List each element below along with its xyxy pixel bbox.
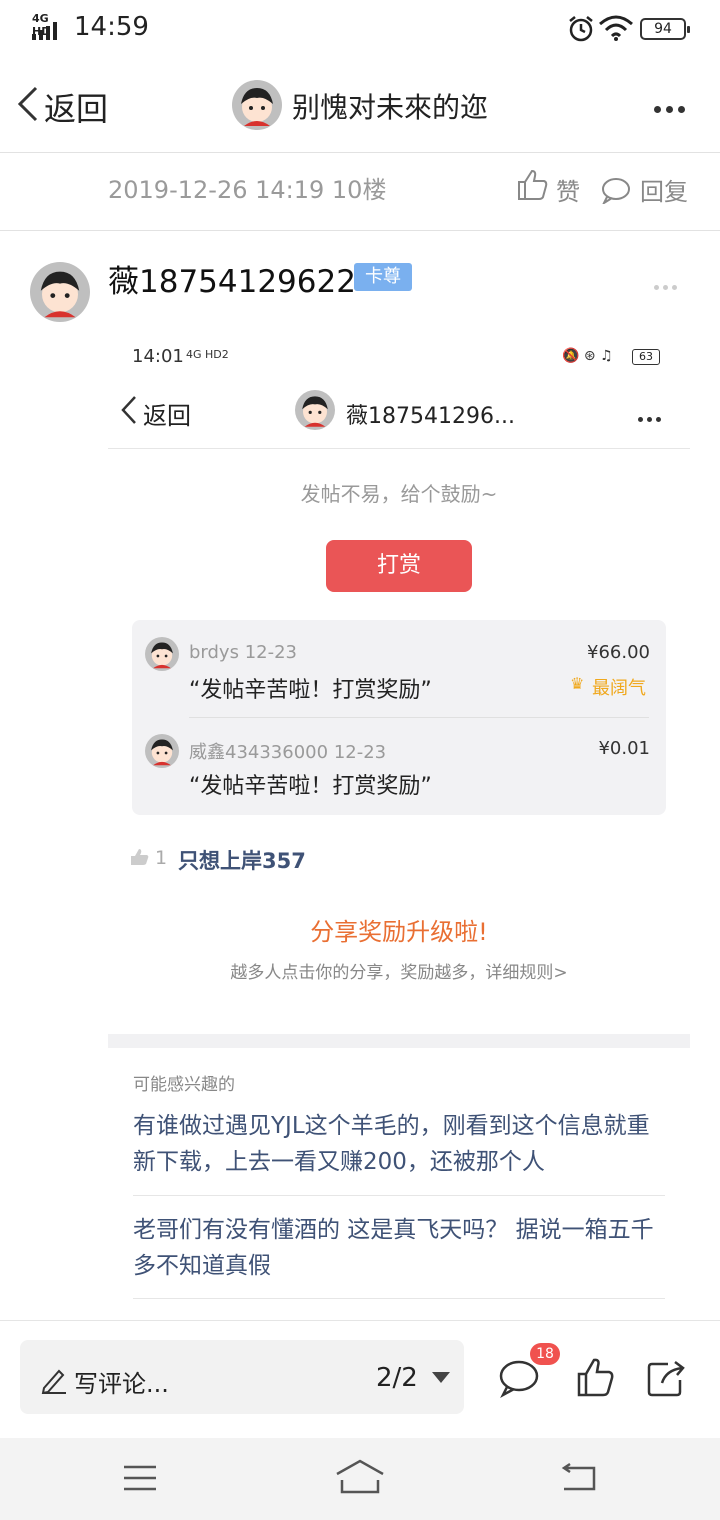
more-options-icon[interactable] [654,98,690,113]
liker-name[interactable]: 只想上岸357 [178,845,306,875]
chevron-down-icon[interactable] [432,1372,450,1383]
tip-message: “发帖辛苦啦！打赏奖励” [189,774,432,799]
share-icon[interactable] [646,1358,686,1398]
wifi-icon [599,15,633,41]
embedded-avatar [295,390,335,430]
page-indicator[interactable]: 2/2 [376,1363,418,1393]
thumbs-up-icon[interactable] [516,168,548,202]
comment-placeholder[interactable]: 写评论... [74,1364,169,1399]
tip-amount: ¥66.00 [587,642,650,663]
embedded-back-chevron-icon [121,396,136,424]
status-time: 14:59 [74,12,149,42]
meta-divider [0,230,720,231]
tip-message: “发帖辛苦啦！打赏奖励” [189,678,432,703]
like-count: 1 [155,847,168,869]
like-count-icon [131,849,149,865]
embedded-back-label: 返回 [143,402,191,430]
post-more-icon[interactable] [654,275,684,290]
recommend-heading: 可能感兴趣的 [133,1075,235,1095]
reply-button[interactable]: 回复 [640,172,688,207]
tipper-name[interactable]: 威鑫434336000 12-23 [189,738,386,764]
tip-separator [189,717,649,718]
back-button[interactable]: 返回 [44,84,108,130]
pencil-icon [41,1369,66,1394]
like-button[interactable]: 赞 [556,172,580,207]
share-reward-title[interactable]: 分享奖励升级啦! [0,912,720,947]
embedded-title: 薇187541296... [346,404,515,429]
recommend-separator [133,1195,665,1196]
embedded-battery-icon: 63 [632,349,660,365]
recommend-item[interactable]: 老哥们有没有懂酒的 这是真飞天吗？ 据说一箱五千多不知道真假 [133,1212,663,1284]
user-badge: 卡尊 [354,263,412,291]
battery-icon: 94 [640,18,690,40]
menu-icon[interactable] [122,1464,158,1492]
comment-count-badge: 18 [530,1343,560,1365]
embedded-status-time: 14:01 [132,346,184,367]
page-title: 别愧对未來的迩 [292,91,489,124]
embedded-status-right-icons: 🔕 ⊛ ♫ [562,348,613,364]
back-icon[interactable] [560,1462,598,1492]
post-username[interactable]: 薇18754129622 [108,256,356,301]
tip-amount: ¥0.01 [598,738,650,759]
post-datetime-floor: 2019-12-26 14:19 10楼 [108,176,387,204]
home-icon[interactable] [334,1458,386,1494]
alarm-icon [569,16,593,42]
thumbs-up-icon[interactable] [576,1356,614,1398]
header-divider [0,152,720,153]
crown-icon: ♛ [570,674,585,693]
tipper-avatar[interactable] [145,637,179,671]
embedded-divider [108,448,690,449]
avatar[interactable] [232,80,282,130]
tip-button[interactable]: 打赏 [326,540,472,592]
share-reward-rules-link[interactable]: 越多人点击你的分享，奖励越多，详细规则> [0,958,720,983]
embedded-status-icons: 4G HD2 [186,348,229,361]
reply-bubble-icon[interactable] [600,176,632,204]
back-chevron-icon[interactable] [14,84,42,124]
embedded-more-icon [638,407,668,422]
recommend-item[interactable]: 有谁做过遇见YJL这个羊毛的，刚看到这个信息就重新下载，上去一看又赚200，还被… [133,1108,663,1180]
recommend-separator [133,1298,665,1299]
tipper-avatar[interactable] [145,734,179,768]
encourage-text: 发帖不易，给个鼓励~ [300,482,498,506]
section-gap [108,1034,690,1048]
top-tipper-tag: 最阔气 [592,678,646,699]
comment-bubble-icon[interactable] [498,1358,540,1398]
tipper-name[interactable]: brdys 12-23 [189,642,297,663]
signal-icon: 4G HD [32,12,66,40]
post-author-avatar[interactable] [30,262,90,322]
